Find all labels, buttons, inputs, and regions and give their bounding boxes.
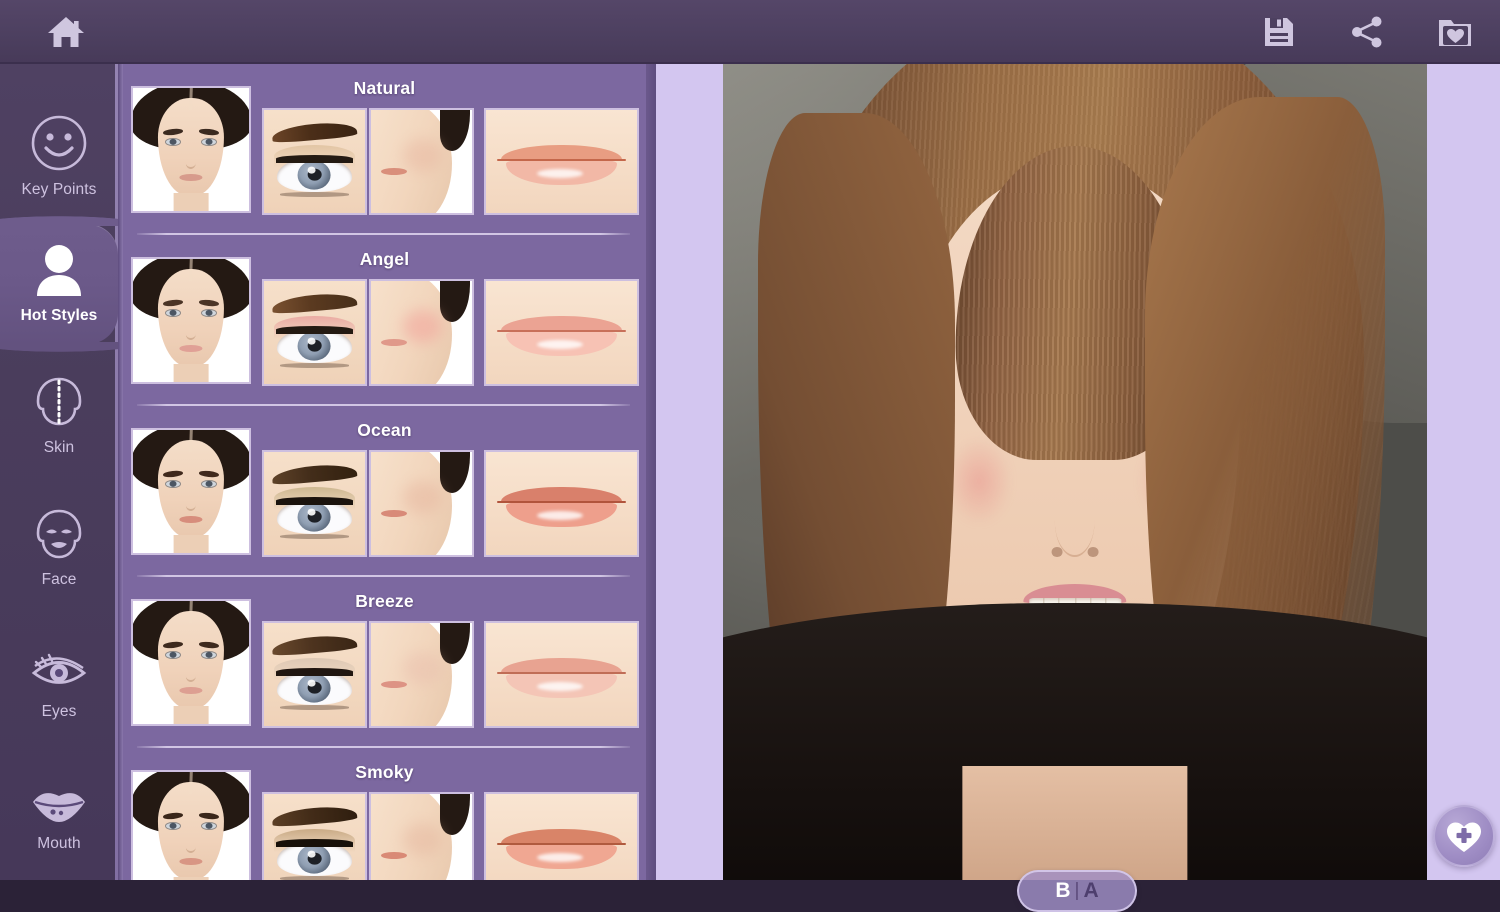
share-button[interactable] — [1340, 5, 1394, 59]
style-list-scroll[interactable]: Natural Angel Ocean Breeze Smoky — [123, 64, 646, 880]
folder-heart-icon — [1436, 14, 1474, 50]
sidebar-item-label: Mouth — [37, 834, 81, 852]
thumb-full-face[interactable] — [131, 86, 251, 213]
thumb-lips-closeup[interactable] — [484, 108, 639, 215]
photo-stage: B | A — [656, 64, 1500, 912]
sidebar-item-label: Face — [41, 570, 77, 588]
thumb-full-face[interactable] — [131, 599, 251, 726]
save-button[interactable] — [1252, 5, 1306, 59]
style-list-panel[interactable]: Natural Angel Ocean Breeze Smoky — [118, 64, 656, 880]
lips-icon — [27, 772, 91, 828]
after-label: A — [1083, 879, 1099, 902]
sidebar-item-key-points[interactable]: Key Points — [0, 98, 118, 218]
style-thumbnails — [131, 599, 639, 728]
style-row[interactable]: Ocean — [123, 406, 646, 577]
person-silhouette-icon — [28, 244, 90, 300]
thumb-cheek-closeup[interactable] — [369, 279, 474, 386]
style-thumbnails — [131, 428, 639, 557]
head-dotted-line-icon — [28, 376, 90, 432]
thumb-full-face[interactable] — [131, 770, 251, 880]
thumb-eye-closeup[interactable] — [262, 621, 367, 728]
thumb-cheek-closeup[interactable] — [369, 792, 474, 880]
share-icon — [1349, 14, 1385, 50]
thumb-eye-closeup[interactable] — [262, 792, 367, 880]
before-label: B — [1055, 879, 1071, 902]
thumb-lips-closeup[interactable] — [484, 450, 639, 557]
sidebar-item-label: Eyes — [41, 702, 77, 720]
app-root: Key Points Hot Styles Skin Face Eyes Mou… — [0, 0, 1500, 912]
panel-right-edge — [646, 64, 656, 880]
thumb-cheek-closeup[interactable] — [369, 450, 474, 557]
save-icon — [1261, 14, 1297, 50]
before-after-separator: | — [1074, 880, 1080, 901]
style-row[interactable]: Natural — [123, 64, 646, 235]
sidebar-item-hot-styles[interactable]: Hot Styles — [0, 210, 118, 358]
thumb-lips-closeup[interactable] — [484, 621, 639, 728]
thumb-cheek-closeup[interactable] — [369, 108, 474, 215]
top-toolbar — [0, 0, 1500, 64]
style-row[interactable]: Angel — [123, 235, 646, 406]
sidebar-item-skin[interactable]: Skin — [0, 356, 118, 476]
thumb-eye-closeup[interactable] — [262, 279, 367, 386]
heart-plus-icon — [1444, 817, 1484, 855]
nose — [1055, 484, 1095, 557]
sidebar-item-label: Key Points — [21, 180, 97, 198]
thumb-eye-closeup[interactable] — [262, 108, 367, 215]
sidebar-item-eyes[interactable]: Eyes — [0, 620, 118, 740]
thumb-cheek-closeup[interactable] — [369, 621, 474, 728]
sidebar-item-label: Skin — [43, 438, 75, 456]
face-contour-icon — [28, 508, 90, 564]
subject-neck — [962, 765, 1188, 880]
thumb-full-face[interactable] — [131, 428, 251, 555]
style-thumbnails — [131, 770, 639, 880]
nostril-left — [1051, 547, 1063, 558]
style-thumbnails — [131, 86, 639, 215]
home-icon — [46, 14, 86, 50]
add-favorite-button[interactable] — [1433, 805, 1495, 867]
sidebar-item-label: Hot Styles — [20, 306, 98, 324]
thumb-lips-closeup[interactable] — [484, 279, 639, 386]
before-after-toggle[interactable]: B | A — [1017, 870, 1137, 912]
thumb-eye-closeup[interactable] — [262, 450, 367, 557]
thumb-lips-closeup[interactable] — [484, 792, 639, 880]
style-row[interactable]: Breeze — [123, 577, 646, 748]
thumb-full-face[interactable] — [131, 257, 251, 384]
smiley-face-icon — [28, 115, 90, 174]
style-thumbnails — [131, 257, 639, 386]
style-row[interactable]: Smoky — [123, 748, 646, 880]
sidebar-item-face[interactable]: Face — [0, 488, 118, 608]
eye-icon — [27, 640, 91, 696]
sidebar-item-mouth[interactable]: Mouth — [0, 752, 118, 872]
preview-photo[interactable] — [723, 64, 1427, 880]
favorites-album-button[interactable] — [1428, 5, 1482, 59]
home-button[interactable] — [28, 6, 104, 58]
nostril-right — [1087, 547, 1099, 558]
toolbar-actions — [1252, 0, 1482, 64]
left-sidebar: Key Points Hot Styles Skin Face Eyes Mou… — [0, 64, 118, 880]
